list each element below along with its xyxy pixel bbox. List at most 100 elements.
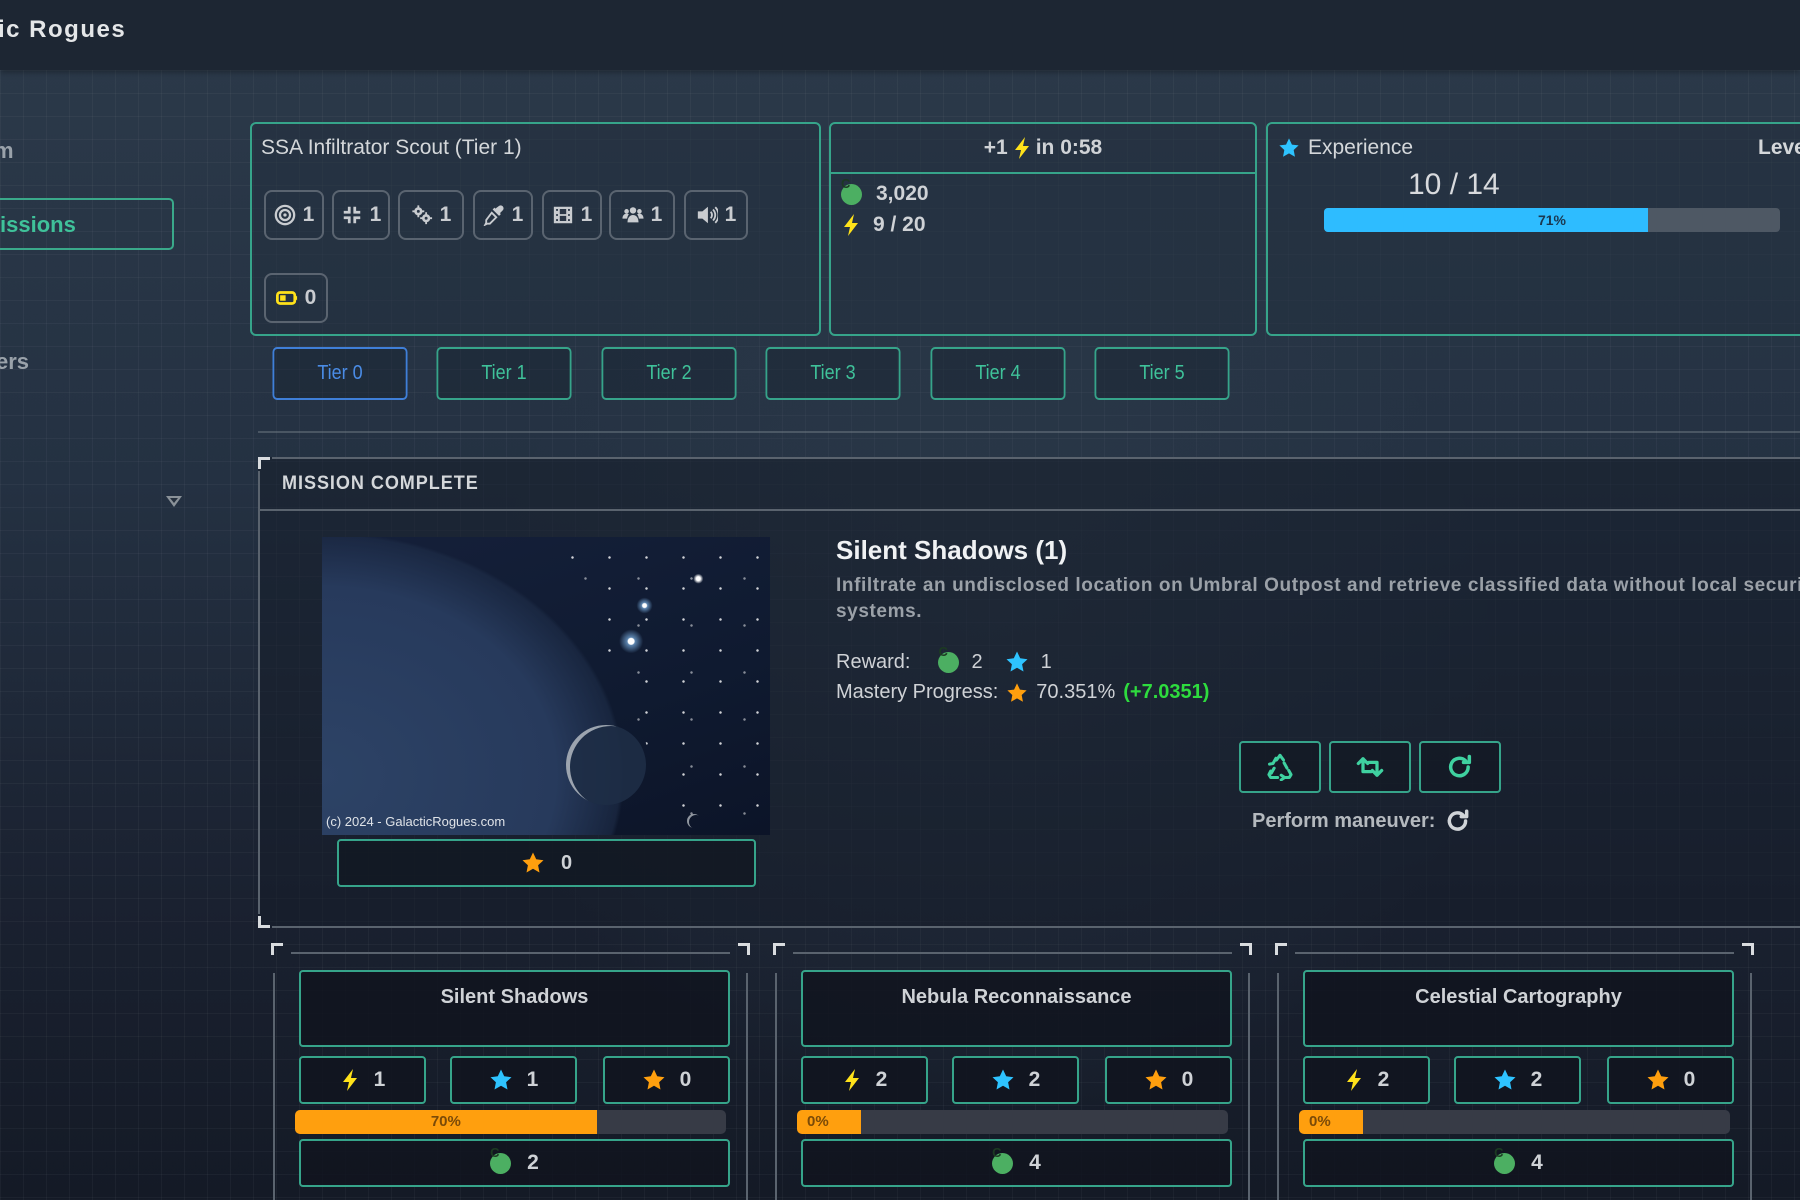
mission-xp-reward: 2 (1454, 1056, 1581, 1104)
experience-title: Experience (1308, 136, 1414, 159)
stat-value: 1 (439, 203, 452, 226)
gears-icon (411, 204, 433, 226)
frame-corner (1240, 943, 1252, 955)
mission-progress-label: 0% (807, 1113, 829, 1130)
star-icon (1646, 1068, 1670, 1092)
ship-stat-film[interactable]: 1 (542, 190, 602, 240)
mission-image: (c) 2024 - GalacticRogues.com (322, 537, 770, 835)
mastery-stars-value: 0 (560, 851, 573, 874)
sidebar-item-others[interactable]: ers (0, 349, 29, 375)
star-icon (521, 851, 545, 875)
recycle-button[interactable] (1239, 741, 1321, 793)
tab-tier-2[interactable]: Tier 2 (601, 347, 737, 400)
stat-value: 1 (302, 203, 315, 226)
frame-line (793, 952, 1232, 954)
ship-panel: SSA Infiltrator Scout (Tier 1) 1 1 1 1 1… (250, 122, 821, 336)
retweet-icon (1356, 753, 1384, 781)
reward-row: Reward: 2 1 (836, 650, 1052, 674)
redo-button[interactable] (1419, 741, 1501, 793)
mission-energy-cost: 2 (801, 1056, 928, 1104)
moon-small (687, 814, 701, 828)
mastery-label: Mastery Progress: (836, 681, 999, 703)
credits-row: 3,020 (841, 182, 929, 206)
perform-maneuver: Perform maneuver: (1252, 808, 1471, 834)
frame-line (291, 952, 730, 954)
frame-line (272, 926, 1800, 928)
stat-value: 1 (369, 203, 382, 226)
reward-label: Reward: (836, 650, 911, 673)
ship-stat-comms[interactable]: 1 (684, 190, 748, 240)
mission-mastery-stars: 0 (337, 839, 756, 887)
star-icon (1493, 1068, 1517, 1092)
mastery-value: 70.351% (1036, 681, 1116, 703)
experience-value: 10 / 14 (1408, 168, 1500, 201)
frame-line (775, 973, 777, 1200)
energy-row: 9 / 20 (841, 213, 926, 237)
ship-stat-battery[interactable]: 0 (264, 273, 328, 323)
mission-card-name[interactable]: Celestial Cartography (1303, 970, 1734, 1047)
energy-cost-value: 2 (875, 1068, 888, 1091)
recycle-icon (1266, 753, 1294, 782)
film-icon (552, 204, 574, 226)
energy-value: 9 / 20 (873, 213, 926, 236)
tab-tier-3[interactable]: Tier 3 (765, 347, 901, 400)
lightning-icon (1344, 1068, 1364, 1092)
credits-icon (490, 1152, 512, 1174)
tab-tier-1[interactable]: Tier 1 (436, 347, 572, 400)
star-icon (1144, 1068, 1168, 1092)
frame-corner (773, 943, 785, 955)
mission-name: Silent Shadows (1) (836, 535, 1068, 565)
mission-card-name[interactable]: Nebula Reconnaissance (801, 970, 1232, 1047)
credits-icon (938, 651, 960, 673)
ship-stat-crew[interactable]: 1 (609, 190, 675, 240)
sidebar-dropdown-icon[interactable] (166, 496, 182, 507)
redo-icon (1445, 808, 1471, 834)
ship-stat-target[interactable]: 1 (264, 190, 324, 240)
experience-label: Experience (1278, 136, 1413, 160)
mission-complete-panel: MISSION COMPLETE (c) 2024 - GalacticRogu… (258, 457, 1800, 928)
mission-card[interactable]: Celestial Cartography 2 2 0 0% 4 (1275, 943, 1754, 1200)
xp-reward-value: 1 (526, 1068, 539, 1091)
frame-corner (258, 916, 270, 928)
sidebar-item-missions[interactable]: issions (0, 198, 174, 250)
credits-value: 3,020 (876, 182, 929, 205)
ship-stat-eyedropper[interactable]: 1 (473, 190, 533, 240)
star-icon (991, 1068, 1015, 1092)
mission-card[interactable]: Silent Shadows 1 1 0 70% 2 (271, 943, 750, 1200)
mission-complete-title: MISSION COMPLETE (282, 473, 479, 494)
stat-value: 0 (304, 286, 317, 309)
tab-tier-5[interactable]: Tier 5 (1094, 347, 1230, 400)
target-icon (274, 204, 296, 226)
mission-card-name[interactable]: Silent Shadows (299, 970, 730, 1047)
swap-button[interactable] (1329, 741, 1411, 793)
tab-tier-4[interactable]: Tier 4 (930, 347, 1066, 400)
mission-progress-bar: 0% (1299, 1110, 1730, 1134)
frame-corner (738, 943, 750, 955)
mission-xp-reward: 2 (952, 1056, 1079, 1104)
frame-line (746, 973, 748, 1200)
lightning-icon (842, 1068, 862, 1092)
tab-tier-0[interactable]: Tier 0 (272, 347, 408, 400)
frame-line (1750, 973, 1752, 1200)
sidebar-item-system[interactable]: m (0, 138, 14, 164)
star-icon (489, 1068, 513, 1092)
stat-value: 1 (724, 203, 737, 226)
compress-icon (341, 204, 363, 226)
frame-line (1295, 952, 1734, 954)
mission-mastery: 0 (603, 1056, 730, 1104)
frame-line (272, 457, 1800, 459)
mission-energy-cost: 2 (1303, 1056, 1430, 1104)
users-icon (622, 204, 644, 226)
frame-line (258, 509, 1800, 511)
mission-card[interactable]: Nebula Reconnaissance 2 2 0 0% 4 (773, 943, 1252, 1200)
divider (258, 431, 1800, 433)
regen-countdown: in 0:58 (1035, 136, 1103, 159)
volume-icon (696, 204, 719, 226)
app-title: ic Rogues (0, 16, 127, 43)
frame-corner (1742, 943, 1754, 955)
mission-progress-bar: 70% (295, 1110, 726, 1134)
ship-stat-compress[interactable]: 1 (332, 190, 390, 240)
ship-stat-gears[interactable]: 1 (398, 190, 464, 240)
maneuver-label: Perform maneuver: (1252, 809, 1436, 832)
reward-credits: 2 (971, 650, 983, 673)
